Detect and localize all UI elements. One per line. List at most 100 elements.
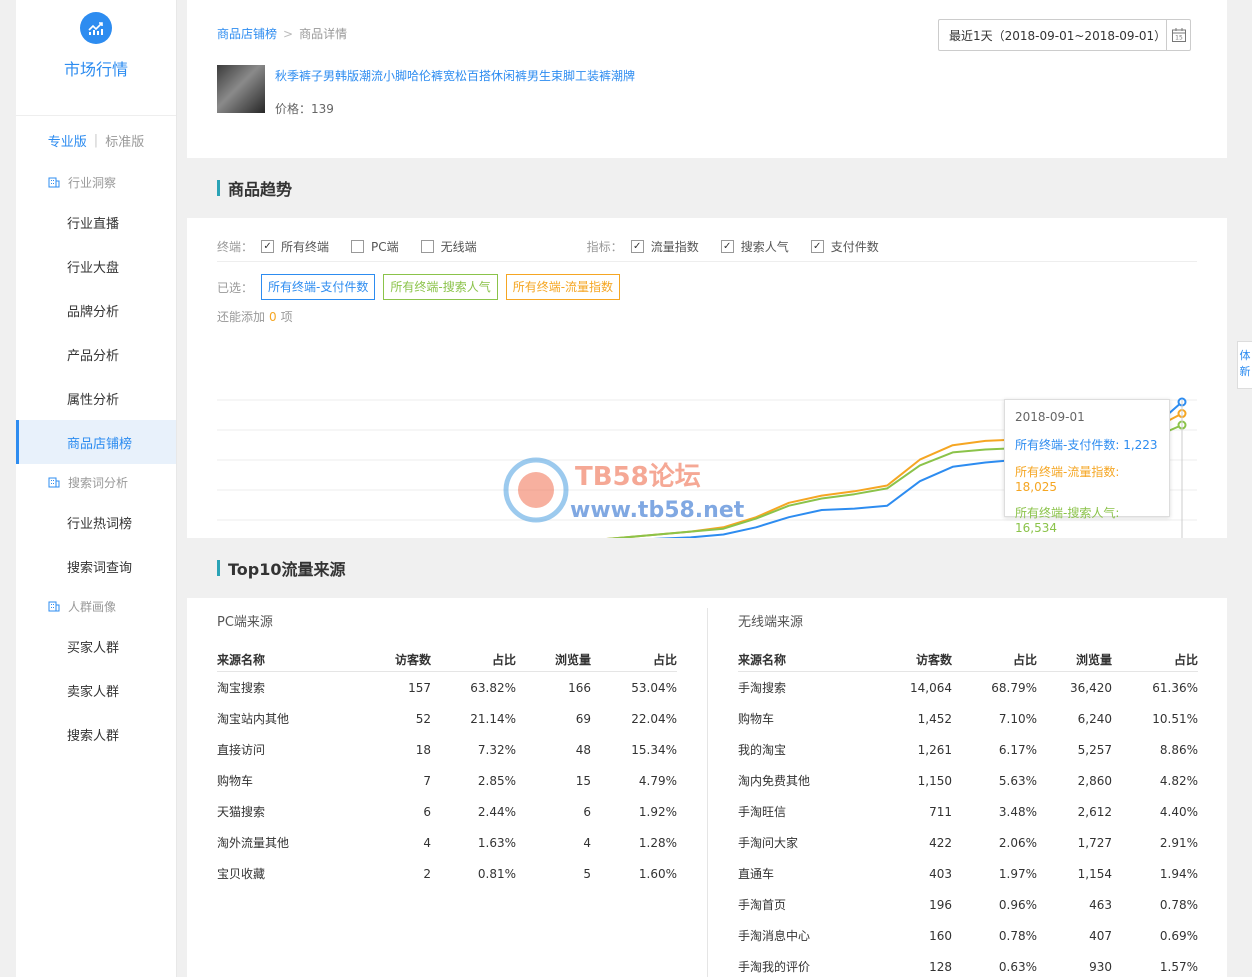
selected-tag-traffic[interactable]: 所有终端-流量指数	[505, 274, 621, 300]
tab-standard[interactable]: 标准版	[105, 131, 144, 150]
sidebar-group-label: 搜索词分析	[68, 475, 129, 490]
cell-visitor-share: 63.82%	[470, 680, 516, 695]
product-title-link[interactable]: 秋季裤子男韩版潮流小脚哈伦裤宽松百搭休闲裤男生束脚工装裤潮牌	[275, 67, 635, 84]
header-visitors: 访客数	[915, 653, 952, 667]
sidebar-item-brand-analysis[interactable]: 品牌分析	[16, 288, 176, 332]
cell-pageview-share: 2.91%	[1159, 835, 1198, 850]
cell-pageview-share: 1.57%	[1159, 959, 1198, 974]
cell-pageviews: 6	[583, 804, 591, 819]
checkbox-box[interactable]: ✓	[261, 240, 275, 253]
trend-filters: 终端： ✓ 所有终端 PC端 无线端 指标： ✓ 流量指数 ✓ 搜索人气 ✓ 支付件数	[217, 232, 1197, 262]
right-floating-tab[interactable]: 体新	[1237, 341, 1252, 389]
top10-section-header: Top10流量来源	[187, 538, 1227, 598]
cell-visitors: 4	[423, 835, 431, 850]
cell-pageviews: 166	[568, 680, 591, 695]
cell-pageview-share: 4.79%	[638, 773, 677, 788]
cell-pageviews: 930	[1089, 959, 1112, 974]
tab-pro[interactable]: 专业版	[48, 131, 87, 150]
sidebar-item-item-shop-ranking[interactable]: 商品店铺榜	[16, 420, 176, 464]
date-range-text: 最近1天（2018-09-01~2018-09-01）	[949, 28, 1167, 43]
terminal-checkbox-all[interactable]: ✓ 所有终端	[261, 238, 329, 255]
checkbox-label: 支付件数	[830, 240, 879, 254]
cell-visitors: 128	[929, 959, 952, 974]
tooltip-date: 2018-09-01	[1015, 410, 1085, 424]
cell-pageview-share: 0.78%	[1159, 897, 1198, 912]
tooltip-row-payment: 所有终端-支付件数: 1,223	[1015, 438, 1158, 452]
table-row: 手淘我的评价 128 0.63% 930 1.57%	[738, 951, 1198, 977]
checkbox-box[interactable]: ✓	[720, 240, 734, 253]
product-price: 价格：139	[275, 100, 334, 117]
cell-visitors: 18	[415, 742, 431, 757]
sidebar-item-industry-overview[interactable]: 行业大盘	[16, 244, 176, 288]
cell-source-name: 直接访问	[217, 743, 266, 757]
cell-pageview-share: 1.28%	[638, 835, 677, 850]
building-icon	[48, 477, 60, 488]
sidebar-item-search-query[interactable]: 搜索词查询	[16, 544, 176, 588]
cell-visitor-share: 21.14%	[470, 711, 516, 726]
building-icon	[48, 601, 60, 612]
checkbox-box[interactable]	[351, 240, 365, 253]
header-visitor-share: 占比	[491, 653, 516, 667]
sidebar-item-seller-audience[interactable]: 卖家人群	[16, 668, 176, 712]
tooltip-row-search: 所有终端-搜索人气: 16,534	[1015, 506, 1120, 535]
checkbox-label: 无线端	[440, 240, 477, 254]
chart-tooltip: 2018-09-01 所有终端-支付件数: 1,223 所有终端-流量指数: 1…	[1004, 399, 1170, 535]
cell-visitors: 1,452	[917, 711, 952, 726]
cell-visitors: 157	[408, 680, 431, 695]
cell-visitor-share: 0.81%	[477, 866, 516, 881]
metric-checkbox-payment[interactable]: ✓ 支付件数	[810, 238, 879, 255]
table-row: 直通车 403 1.97% 1,154 1.94%	[738, 858, 1198, 889]
sidebar: 市场行情 专业版 | 标准版 行业洞察 行业直播 行业大盘 品牌分析 产品分析 …	[16, 0, 177, 977]
cell-source-name: 直通车	[738, 867, 775, 881]
cell-pageviews: 2,612	[1077, 804, 1112, 819]
sidebar-item-buyer-audience[interactable]: 买家人群	[16, 624, 176, 668]
cell-pageview-share: 10.51%	[1152, 711, 1198, 726]
sidebar-item-attribute-analysis[interactable]: 属性分析	[16, 376, 176, 420]
cell-pageview-share: 8.86%	[1159, 742, 1198, 757]
cell-visitor-share: 7.10%	[998, 711, 1037, 726]
sidebar-item-industry-live[interactable]: 行业直播	[16, 200, 176, 244]
table-row: 手淘搜索 14,064 68.79% 36,420 61.36%	[738, 672, 1198, 703]
cell-source-name: 手淘消息中心	[738, 929, 811, 943]
table-row: 手淘首页 196 0.96% 463 0.78%	[738, 889, 1198, 920]
cell-visitors: 7	[423, 773, 431, 788]
sidebar-item-product-analysis[interactable]: 产品分析	[16, 332, 176, 376]
sidebar-item-search-audience[interactable]: 搜索人群	[16, 712, 176, 756]
pc-source-table: PC端来源 来源名称 访客数 占比 浏览量 占比 淘宝搜索 157 63.82% 16…	[217, 598, 677, 889]
metric-checkbox-traffic[interactable]: ✓ 流量指数	[630, 238, 699, 255]
tab-separator: |	[93, 132, 99, 148]
trend-section-header: 商品趋势	[187, 158, 1227, 218]
pc-table-caption: PC端来源	[217, 615, 273, 630]
cell-pageview-share: 53.04%	[631, 680, 677, 695]
cell-visitors: 14,064	[910, 680, 952, 695]
date-range-picker[interactable]: 最近1天（2018-09-01~2018-09-01） 15	[938, 19, 1191, 51]
terminal-checkbox-wireless[interactable]: 无线端	[420, 238, 477, 255]
terminal-checkbox-pc[interactable]: PC端	[351, 238, 399, 255]
table-row: 天猫搜索 6 2.44% 6 1.92%	[217, 796, 677, 827]
product-thumbnail[interactable]	[217, 65, 265, 113]
calendar-icon[interactable]: 15	[1166, 20, 1190, 50]
cell-source-name: 我的淘宝	[738, 743, 787, 757]
breadcrumb-parent-link[interactable]: 商品店铺榜	[217, 27, 277, 41]
selected-tag-payment[interactable]: 所有终端-支付件数	[261, 274, 376, 300]
product-header-panel: 商品店铺榜 > 商品详情 最近1天（2018-09-01~2018-09-01） 1…	[187, 0, 1227, 158]
checkbox-box[interactable]: ✓	[630, 240, 644, 253]
cell-visitor-share: 0.96%	[998, 897, 1037, 912]
cell-pageviews: 1,727	[1077, 835, 1112, 850]
cell-pageviews: 1,154	[1077, 866, 1112, 881]
cell-pageviews: 463	[1089, 897, 1112, 912]
checkbox-box[interactable]	[420, 240, 434, 253]
cell-visitors: 52	[415, 711, 431, 726]
sidebar-item-hot-words[interactable]: 行业热词榜	[16, 500, 176, 544]
metric-checkbox-search[interactable]: ✓ 搜索人气	[720, 238, 789, 255]
price-label: 价格：	[275, 102, 312, 116]
edition-tabs: 专业版 | 标准版	[16, 116, 176, 164]
cell-source-name: 手淘旺信	[738, 805, 787, 819]
table-header: 来源名称 访客数 占比 浏览量 占比	[217, 648, 677, 672]
cell-source-name: 手淘问大家	[738, 836, 799, 850]
cell-pageview-share: 22.04%	[631, 711, 677, 726]
table-divider	[707, 608, 708, 977]
checkbox-box[interactable]: ✓	[810, 240, 824, 253]
table-row: 购物车 1,452 7.10% 6,240 10.51%	[738, 703, 1198, 734]
selected-tag-search[interactable]: 所有终端-搜索人气	[383, 274, 498, 300]
